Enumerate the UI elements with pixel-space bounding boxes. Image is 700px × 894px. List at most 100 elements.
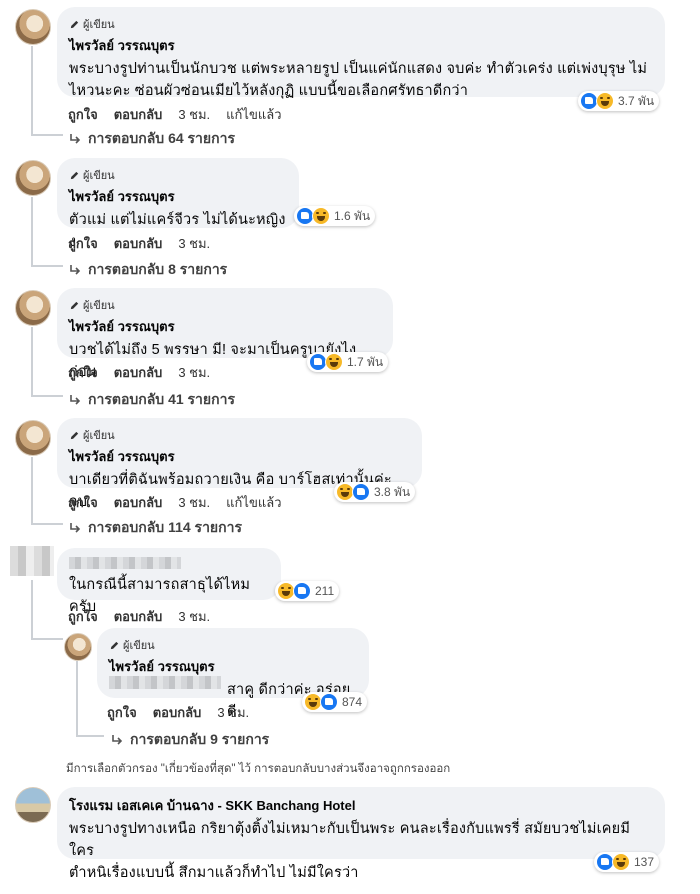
comment-author-name[interactable]: โรงแรม เอสเคเค บ้านฉาง - SKK Banchang Ho… bbox=[69, 795, 653, 816]
author-badge: ผู้เขียน bbox=[69, 15, 653, 33]
author-badge-label: ผู้เขียน bbox=[83, 170, 115, 182]
redacted-mention bbox=[109, 676, 221, 689]
like-reaction-icon bbox=[293, 582, 311, 600]
view-replies-link[interactable]: การตอบกลับ 114 รายการ bbox=[68, 517, 242, 539]
like-button[interactable]: ถูกใจ bbox=[68, 492, 98, 513]
reply-timestamp[interactable]: 3 ชม. bbox=[217, 702, 249, 723]
haha-reaction-icon bbox=[612, 853, 630, 871]
reaction-summary[interactable]: 3.8 พัน bbox=[334, 482, 416, 502]
view-replies-link[interactable]: การตอบกลับ 9 รายการ bbox=[110, 729, 269, 751]
comment-timestamp[interactable]: 3 ชม. bbox=[178, 606, 210, 627]
like-button[interactable]: ถูกใจ bbox=[107, 702, 137, 723]
reply-button[interactable]: ตอบกลับ bbox=[153, 702, 202, 723]
author-badge-label: ผู้เขียน bbox=[83, 300, 115, 312]
comment-text-line: พระบางรูปทางเหนือ กริยาตุ้งติ้งไม่เหมาะก… bbox=[69, 821, 631, 859]
comment-timestamp[interactable]: 3 ชม. bbox=[178, 492, 210, 513]
reply-arrow-icon bbox=[70, 134, 81, 144]
reply-author-name[interactable]: ไพรวัลย์ วรรณบุตร bbox=[109, 656, 357, 677]
comment-author-name[interactable]: ไพรวัลย์ วรรณบุตร bbox=[69, 446, 410, 467]
reaction-summary[interactable]: 1.6 พัน bbox=[294, 206, 376, 226]
thread-line bbox=[31, 265, 63, 267]
comment-bubble: ผู้เขียน ไพรวัลย์ วรรณบุตร บวชได้ไม่ถึง … bbox=[57, 288, 393, 380]
author-badge: ผู้เขียน bbox=[69, 426, 410, 444]
reaction-summary[interactable]: 211 bbox=[275, 581, 340, 601]
author-avatar[interactable] bbox=[15, 420, 51, 456]
author-avatar[interactable] bbox=[15, 160, 51, 196]
comment-author-name[interactable]: ไพรวัลย์ วรรณบุตร bbox=[69, 35, 653, 56]
thread-line bbox=[31, 457, 33, 525]
reaction-summary[interactable]: 3.7 พัน bbox=[578, 91, 660, 111]
reaction-summary[interactable]: 137 bbox=[594, 852, 660, 872]
view-replies-label: การตอบกลับ 41 รายการ bbox=[88, 391, 235, 407]
author-avatar[interactable] bbox=[15, 9, 51, 45]
view-replies-label: การตอบกลับ 9 รายการ bbox=[130, 731, 270, 747]
reaction-count: 211 bbox=[315, 584, 335, 598]
comment-bubble: ผู้เขียน ไพรวัลย์ วรรณบุตร บาเดียวที่ติฉ… bbox=[57, 418, 422, 510]
like-button[interactable]: ถูกใจ bbox=[68, 233, 98, 254]
comment-text-line: ตำหนิเรื่องแบบนี้ สึกมาแล้วก็ทำไป ไม่มีใ… bbox=[69, 865, 359, 881]
comment-author-name[interactable]: ไพรวัลย์ วรรณบุตร bbox=[69, 186, 287, 207]
comment-actions: ถูกใจ ตอบกลับ 3 ชม. bbox=[68, 233, 210, 254]
reaction-count: 1.7 พัน bbox=[347, 354, 384, 369]
reaction-count: 137 bbox=[634, 855, 655, 869]
thread-line bbox=[31, 395, 63, 397]
comment-timestamp[interactable]: 3 ชม. bbox=[178, 104, 210, 125]
reply-arrow-icon bbox=[70, 523, 81, 533]
reaction-count: 874 bbox=[342, 695, 363, 709]
thread-line bbox=[31, 327, 33, 397]
user-avatar-blurred[interactable] bbox=[10, 546, 54, 576]
pencil-icon bbox=[70, 171, 79, 179]
thread-line bbox=[31, 638, 63, 640]
comment-timestamp[interactable]: 3 ชม. bbox=[178, 233, 210, 254]
reply-bubble: ผู้เขียน ไพรวัลย์ วรรณบุตร สาคู ดีกว่าค่… bbox=[97, 628, 369, 720]
reply-button[interactable]: ตอบกลับ bbox=[114, 606, 163, 627]
comment-author-name[interactable]: ไพรวัลย์ วรรณบุตร bbox=[69, 316, 381, 337]
comment-actions: ถูกใจ ตอบกลับ 3 ชม. bbox=[68, 362, 210, 383]
author-avatar[interactable] bbox=[64, 633, 92, 661]
reply-arrow-icon bbox=[70, 265, 81, 275]
reaction-summary[interactable]: 1.7 พัน bbox=[307, 352, 389, 372]
thread-line bbox=[31, 197, 33, 267]
reply-button[interactable]: ตอบกลับ bbox=[114, 362, 163, 383]
reply-button[interactable]: ตอบกลับ bbox=[114, 104, 163, 125]
author-avatar[interactable] bbox=[15, 290, 51, 326]
pencil-icon bbox=[70, 431, 79, 439]
view-replies-label: การตอบกลับ 8 รายการ bbox=[88, 261, 228, 277]
thread-line bbox=[31, 523, 63, 525]
haha-reaction-icon bbox=[596, 92, 614, 110]
comment-text-line: พระบางรูปท่านเป็นนักบวช แต่พระหลายรูป เป… bbox=[69, 61, 648, 77]
page-avatar[interactable] bbox=[15, 787, 51, 823]
view-replies-link[interactable]: การตอบกลับ 8 รายการ bbox=[68, 259, 227, 281]
haha-reaction-icon bbox=[325, 353, 343, 371]
view-replies-label: การตอบกลับ 114 รายการ bbox=[88, 519, 242, 535]
comment-text-line: ไหวนะคะ ซ่อนผัวซ่อนเมียไว้หลังกุฏิ แบบนี… bbox=[69, 83, 469, 99]
pencil-icon bbox=[70, 20, 79, 28]
pencil-icon bbox=[70, 301, 79, 309]
like-reaction-icon bbox=[352, 483, 370, 501]
thread-line bbox=[31, 134, 63, 136]
view-replies-link[interactable]: การตอบกลับ 64 รายการ bbox=[68, 128, 235, 150]
redacted-username bbox=[69, 557, 181, 569]
author-badge-label: ผู้เขียน bbox=[83, 19, 115, 31]
comment-bubble: ในกรณีนี้สามารถสาธุได้ไหมครับ bbox=[57, 548, 281, 615]
comment-timestamp[interactable]: 3 ชม. bbox=[178, 362, 210, 383]
comment-bubble: ผู้เขียน ไพรวัลย์ วรรณบุตร พระบางรูปท่าน… bbox=[57, 7, 665, 99]
like-button[interactable]: ถูกใจ bbox=[68, 606, 98, 627]
reply-button[interactable]: ตอบกลับ bbox=[114, 233, 163, 254]
comment-bubble: ผู้เขียน ไพรวัลย์ วรรณบุตร ตัวแม่ แต่ไม่… bbox=[57, 158, 299, 250]
reply-arrow-icon bbox=[70, 395, 81, 405]
thread-line bbox=[31, 46, 33, 136]
author-badge: ผู้เขียน bbox=[109, 636, 357, 654]
like-button[interactable]: ถูกใจ bbox=[68, 362, 98, 383]
author-badge-label: ผู้เขียน bbox=[83, 430, 115, 442]
view-replies-label: การตอบกลับ 64 รายการ bbox=[88, 130, 235, 146]
pencil-icon bbox=[110, 641, 119, 649]
like-button[interactable]: ถูกใจ bbox=[68, 104, 98, 125]
filter-notice: มีการเลือกตัวกรอง "เกี่ยวข้องที่สุด" ไว้… bbox=[66, 763, 451, 775]
comment-actions: ถูกใจ ตอบกลับ 3 ชม. bbox=[68, 606, 210, 627]
view-replies-link[interactable]: การตอบกลับ 41 รายการ bbox=[68, 389, 235, 411]
reply-button[interactable]: ตอบกลับ bbox=[114, 492, 163, 513]
edited-label: แก้ไขแล้ว bbox=[226, 495, 282, 510]
thread-line bbox=[76, 661, 78, 737]
reaction-summary[interactable]: 874 bbox=[302, 692, 368, 712]
